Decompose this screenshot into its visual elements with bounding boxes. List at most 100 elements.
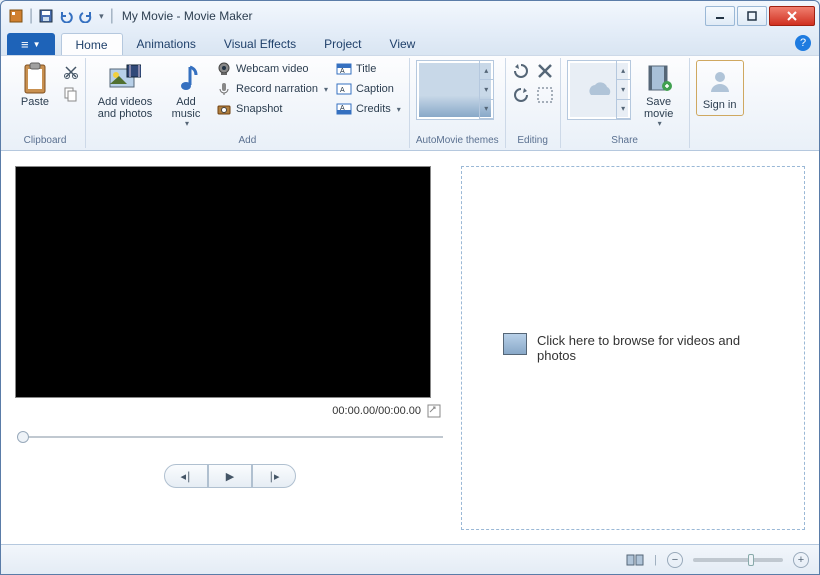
cut-icon[interactable] bbox=[63, 64, 79, 80]
title-icon: A bbox=[336, 61, 352, 77]
filmstrip-icon bbox=[643, 62, 675, 94]
app-window: | ▾ | My Movie - Movie Maker bbox=[0, 0, 820, 575]
timecode-text: 00:00.00/00:00.00 bbox=[332, 405, 421, 417]
microphone-icon bbox=[216, 81, 232, 97]
credits-icon: A bbox=[336, 101, 352, 117]
minimize-button[interactable] bbox=[705, 6, 735, 26]
maximize-button[interactable] bbox=[737, 6, 767, 26]
user-icon bbox=[704, 65, 736, 97]
group-label: Share bbox=[567, 135, 683, 148]
group-label: Clipboard bbox=[11, 135, 79, 148]
caption-button[interactable]: ACaption bbox=[334, 80, 403, 98]
svg-text:A: A bbox=[340, 68, 345, 75]
qat-separator: | bbox=[110, 7, 114, 25]
video-preview[interactable] bbox=[15, 166, 431, 398]
quick-access-toolbar: | ▾ | bbox=[5, 7, 114, 25]
group-clipboard: Paste Clipboard bbox=[5, 58, 86, 148]
tab-project[interactable]: Project bbox=[310, 33, 375, 55]
save-icon[interactable] bbox=[39, 9, 53, 23]
title-button[interactable]: ATitle bbox=[334, 60, 403, 78]
ribbon: Paste Clipboard Add videos and photos bbox=[1, 55, 819, 151]
group-share: ▴ ▾ ▾ Save movie Share bbox=[561, 58, 690, 148]
automovie-gallery[interactable]: ▴ ▾ ▾ bbox=[416, 60, 494, 120]
rotate-right-icon[interactable] bbox=[512, 86, 530, 104]
close-button[interactable] bbox=[769, 6, 815, 26]
snapshot-button[interactable]: Snapshot bbox=[214, 100, 330, 118]
redo-icon[interactable] bbox=[79, 9, 93, 23]
fullscreen-icon[interactable] bbox=[427, 404, 441, 418]
gallery-up-icon[interactable]: ▴ bbox=[616, 61, 630, 80]
seek-thumb[interactable] bbox=[17, 431, 29, 443]
storyboard-hint: Click here to browse for videos and phot… bbox=[503, 333, 763, 363]
media-thumbnail-icon bbox=[503, 333, 527, 355]
cloud-icon bbox=[583, 79, 615, 101]
save-movie-button[interactable]: Save movie bbox=[635, 60, 683, 131]
save-movie-label: Save movie bbox=[639, 96, 679, 120]
storyboard-hint-text: Click here to browse for videos and phot… bbox=[537, 333, 763, 363]
copy-icon[interactable] bbox=[63, 86, 79, 102]
gallery-more-icon[interactable]: ▾ bbox=[616, 100, 630, 119]
zoom-in-button[interactable]: + bbox=[793, 552, 809, 568]
next-frame-button[interactable]: ∣▸ bbox=[252, 464, 296, 488]
preview-pane: 00:00.00/00:00.00 ◂∣ ▶ ∣▸ bbox=[15, 166, 445, 530]
file-menu-icon: ≡ bbox=[21, 37, 29, 52]
webcam-video-button[interactable]: Webcam video bbox=[214, 60, 330, 78]
gallery-down-icon[interactable]: ▾ bbox=[616, 80, 630, 99]
gallery-up-icon[interactable]: ▴ bbox=[479, 61, 493, 80]
rotate-left-icon[interactable] bbox=[512, 62, 530, 80]
publish-gallery[interactable]: ▴ ▾ ▾ bbox=[567, 60, 631, 120]
sign-in-label: Sign in bbox=[703, 99, 737, 111]
content-area: 00:00.00/00:00.00 ◂∣ ▶ ∣▸ Click here to … bbox=[1, 151, 819, 544]
webcam-icon bbox=[216, 61, 232, 77]
group-automovie: ▴ ▾ ▾ AutoMovie themes bbox=[410, 58, 506, 148]
qat-dropdown-icon[interactable]: ▾ bbox=[99, 11, 104, 22]
paste-button[interactable]: Paste bbox=[11, 60, 59, 110]
play-button[interactable]: ▶ bbox=[208, 464, 252, 488]
gallery-more-icon[interactable]: ▾ bbox=[479, 100, 493, 119]
file-menu-button[interactable]: ≡ ▼ bbox=[7, 33, 55, 55]
record-narration-button[interactable]: Record narration bbox=[214, 80, 330, 98]
playback-controls: ◂∣ ▶ ∣▸ bbox=[15, 464, 445, 488]
zoom-slider[interactable] bbox=[693, 558, 783, 562]
group-signin: Sign in bbox=[690, 58, 750, 148]
svg-text:A: A bbox=[340, 105, 345, 112]
group-label: Editing bbox=[512, 135, 554, 148]
select-all-icon[interactable] bbox=[536, 86, 554, 104]
titlebar: | ▾ | My Movie - Movie Maker bbox=[1, 1, 819, 31]
window-title: My Movie - Movie Maker bbox=[122, 9, 253, 23]
add-music-button[interactable]: Add music bbox=[162, 60, 210, 131]
tab-animations[interactable]: Animations bbox=[123, 33, 210, 55]
timecode-row: 00:00.00/00:00.00 bbox=[15, 398, 445, 424]
camera-icon bbox=[216, 101, 232, 117]
paste-label: Paste bbox=[21, 96, 49, 108]
ribbon-tabs: ≡ ▼ Home Animations Visual Effects Proje… bbox=[1, 31, 819, 55]
delete-icon[interactable] bbox=[536, 62, 554, 80]
window-controls bbox=[703, 6, 815, 26]
storyboard-dropzone[interactable]: Click here to browse for videos and phot… bbox=[461, 166, 805, 530]
music-note-icon bbox=[170, 62, 202, 94]
tab-view[interactable]: View bbox=[376, 33, 430, 55]
svg-text:A: A bbox=[340, 87, 345, 94]
add-videos-photos-button[interactable]: Add videos and photos bbox=[92, 60, 158, 122]
app-icon bbox=[9, 9, 23, 23]
sign-in-button[interactable]: Sign in bbox=[696, 60, 744, 116]
tab-visual-effects[interactable]: Visual Effects bbox=[210, 33, 310, 55]
media-icon bbox=[109, 62, 141, 94]
credits-button[interactable]: ACredits bbox=[334, 100, 403, 118]
thumbnails-view-icon[interactable] bbox=[626, 553, 644, 567]
zoom-thumb[interactable] bbox=[748, 554, 754, 566]
add-media-label: Add videos and photos bbox=[96, 96, 154, 120]
seek-slider[interactable] bbox=[17, 430, 443, 444]
help-icon[interactable]: ? bbox=[795, 35, 811, 51]
status-bar: | − + bbox=[1, 544, 819, 574]
caption-icon: A bbox=[336, 81, 352, 97]
tab-home[interactable]: Home bbox=[61, 33, 123, 55]
chevron-down-icon: ▼ bbox=[33, 40, 41, 49]
undo-icon[interactable] bbox=[59, 9, 73, 23]
previous-frame-button[interactable]: ◂∣ bbox=[164, 464, 208, 488]
gallery-down-icon[interactable]: ▾ bbox=[479, 80, 493, 99]
zoom-out-button[interactable]: − bbox=[667, 552, 683, 568]
add-music-label: Add music bbox=[166, 96, 206, 120]
qat-separator: | bbox=[29, 7, 33, 25]
group-label: AutoMovie themes bbox=[416, 135, 499, 148]
